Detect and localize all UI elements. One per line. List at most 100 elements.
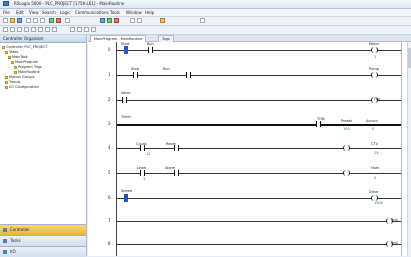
vertical-scrollbar[interactable] [407,42,411,256]
tab-tags[interactable]: Tags [158,35,174,42]
xic-icon[interactable] [24,27,29,32]
menu-file[interactable]: File [3,10,10,15]
nav-controller[interactable]: Controller [0,224,86,235]
otl-icon[interactable] [45,27,50,32]
tag-icon [14,65,17,69]
verify-icon[interactable] [130,18,135,23]
nav-tasks[interactable]: Tasks [0,235,86,246]
folder-icon [5,80,8,84]
selection-cursor [124,194,128,202]
ladder-editor[interactable]: 0 Start Run Motor 1 1 Stop Run Pump 2 Va… [88,42,407,256]
nav-io[interactable]: I/O [0,246,86,257]
organizer-header: Controller Organizer [0,35,86,43]
cut-icon[interactable] [26,18,31,23]
menu-logic[interactable]: Logic [60,10,70,15]
instruction-label: TON [317,117,325,121]
rung-line [117,75,401,76]
undo-icon[interactable] [49,18,54,23]
contact[interactable] [316,121,321,127]
run-mode-icon[interactable] [107,18,112,23]
title-bar: RSLogix 5000 - PLC_PROJECT [1756-L61] - … [0,0,411,9]
app-icon [3,1,9,6]
contact-label: Run [147,42,154,46]
menu-bar: File Edit View Search Logic Communicatio… [0,9,411,17]
find-icon[interactable] [65,18,70,23]
ote-icon[interactable] [38,27,43,32]
save-icon[interactable] [17,18,22,23]
rung-icon[interactable] [3,27,8,32]
contact[interactable] [133,72,138,78]
compare-icon[interactable] [84,27,89,32]
contact-label: Stop [131,67,139,71]
menu-search[interactable]: Search [42,10,56,15]
online-icon[interactable] [100,18,105,23]
contact-label: Run [163,67,170,71]
folder-icon [5,50,8,54]
output-coil[interactable] [371,72,378,78]
menu-window[interactable]: Window [126,10,142,15]
contact[interactable] [174,170,179,176]
menu-communications[interactable]: Communications [75,10,109,15]
contact-label: Reset [166,142,176,146]
tree-item-io-config[interactable]: I/O Configuration [5,85,48,90]
rung-line [117,124,401,126]
xio-icon[interactable] [31,27,36,32]
instruction-label: CTU [371,142,379,146]
branch-level-icon[interactable] [17,27,22,32]
coil-label: Fan [374,97,381,101]
contact[interactable] [186,72,191,78]
coil-label: Drive [369,190,379,194]
instruction-value: 24 [374,151,379,155]
menu-edit[interactable]: Edit [16,10,24,15]
ladder-toolbar [0,26,411,35]
right-power-rail [401,42,402,256]
output-coil[interactable] [343,170,350,176]
contact[interactable] [140,170,145,176]
fault-icon[interactable] [114,18,119,23]
contact-label: Timer [121,115,132,119]
branch-icon[interactable] [10,27,15,32]
contact-label: Alarm [165,166,176,170]
counter-icon[interactable] [77,27,82,32]
io-icon [3,250,7,254]
math-icon[interactable] [91,27,96,32]
controller-organizer: Controller Organizer Controller PLC_PROJ… [0,35,87,257]
menu-tools[interactable]: Tools [110,10,120,15]
output-coil[interactable] [371,47,378,53]
menu-view[interactable]: View [29,10,39,15]
new-icon[interactable] [3,18,8,23]
rung-line [117,50,401,51]
param-label: Preset [341,119,352,123]
coil-label: End [391,241,398,245]
coil-label: Horn [371,166,380,170]
output-coil[interactable] [343,145,350,151]
rung-number: 1 [108,72,111,77]
open-icon[interactable] [10,18,15,23]
coil-label: Motor [369,42,380,46]
rung-line [117,198,401,199]
controller-icon [3,228,7,232]
rung-line [117,148,401,149]
coil-value: 1 [374,55,377,59]
contact[interactable] [122,97,127,103]
tab-mainroutine[interactable]: MainProgram - MainRoutine [90,35,147,42]
rung-number: 4 [108,145,111,150]
paste-icon[interactable] [40,18,45,23]
otu-icon[interactable] [52,27,57,32]
menu-help[interactable]: Help [145,10,154,15]
timer-icon[interactable] [70,27,75,32]
copy-icon[interactable] [33,18,38,23]
contact-label: Count [136,142,147,146]
contact[interactable] [148,47,153,53]
download-icon[interactable] [137,18,142,23]
path-icon[interactable] [200,18,205,23]
rung-line [117,100,401,101]
contact-label: Valve [121,91,131,95]
redo-icon[interactable] [56,18,61,23]
window-title: RSLogix 5000 - PLC_PROJECT [1756-L61] - … [14,1,125,6]
properties-icon[interactable] [160,18,165,23]
main-toolbar [0,17,411,26]
rung-number: 6 [108,195,111,200]
rung-number: 7 [108,218,111,223]
coil-label: Pump [369,67,379,71]
